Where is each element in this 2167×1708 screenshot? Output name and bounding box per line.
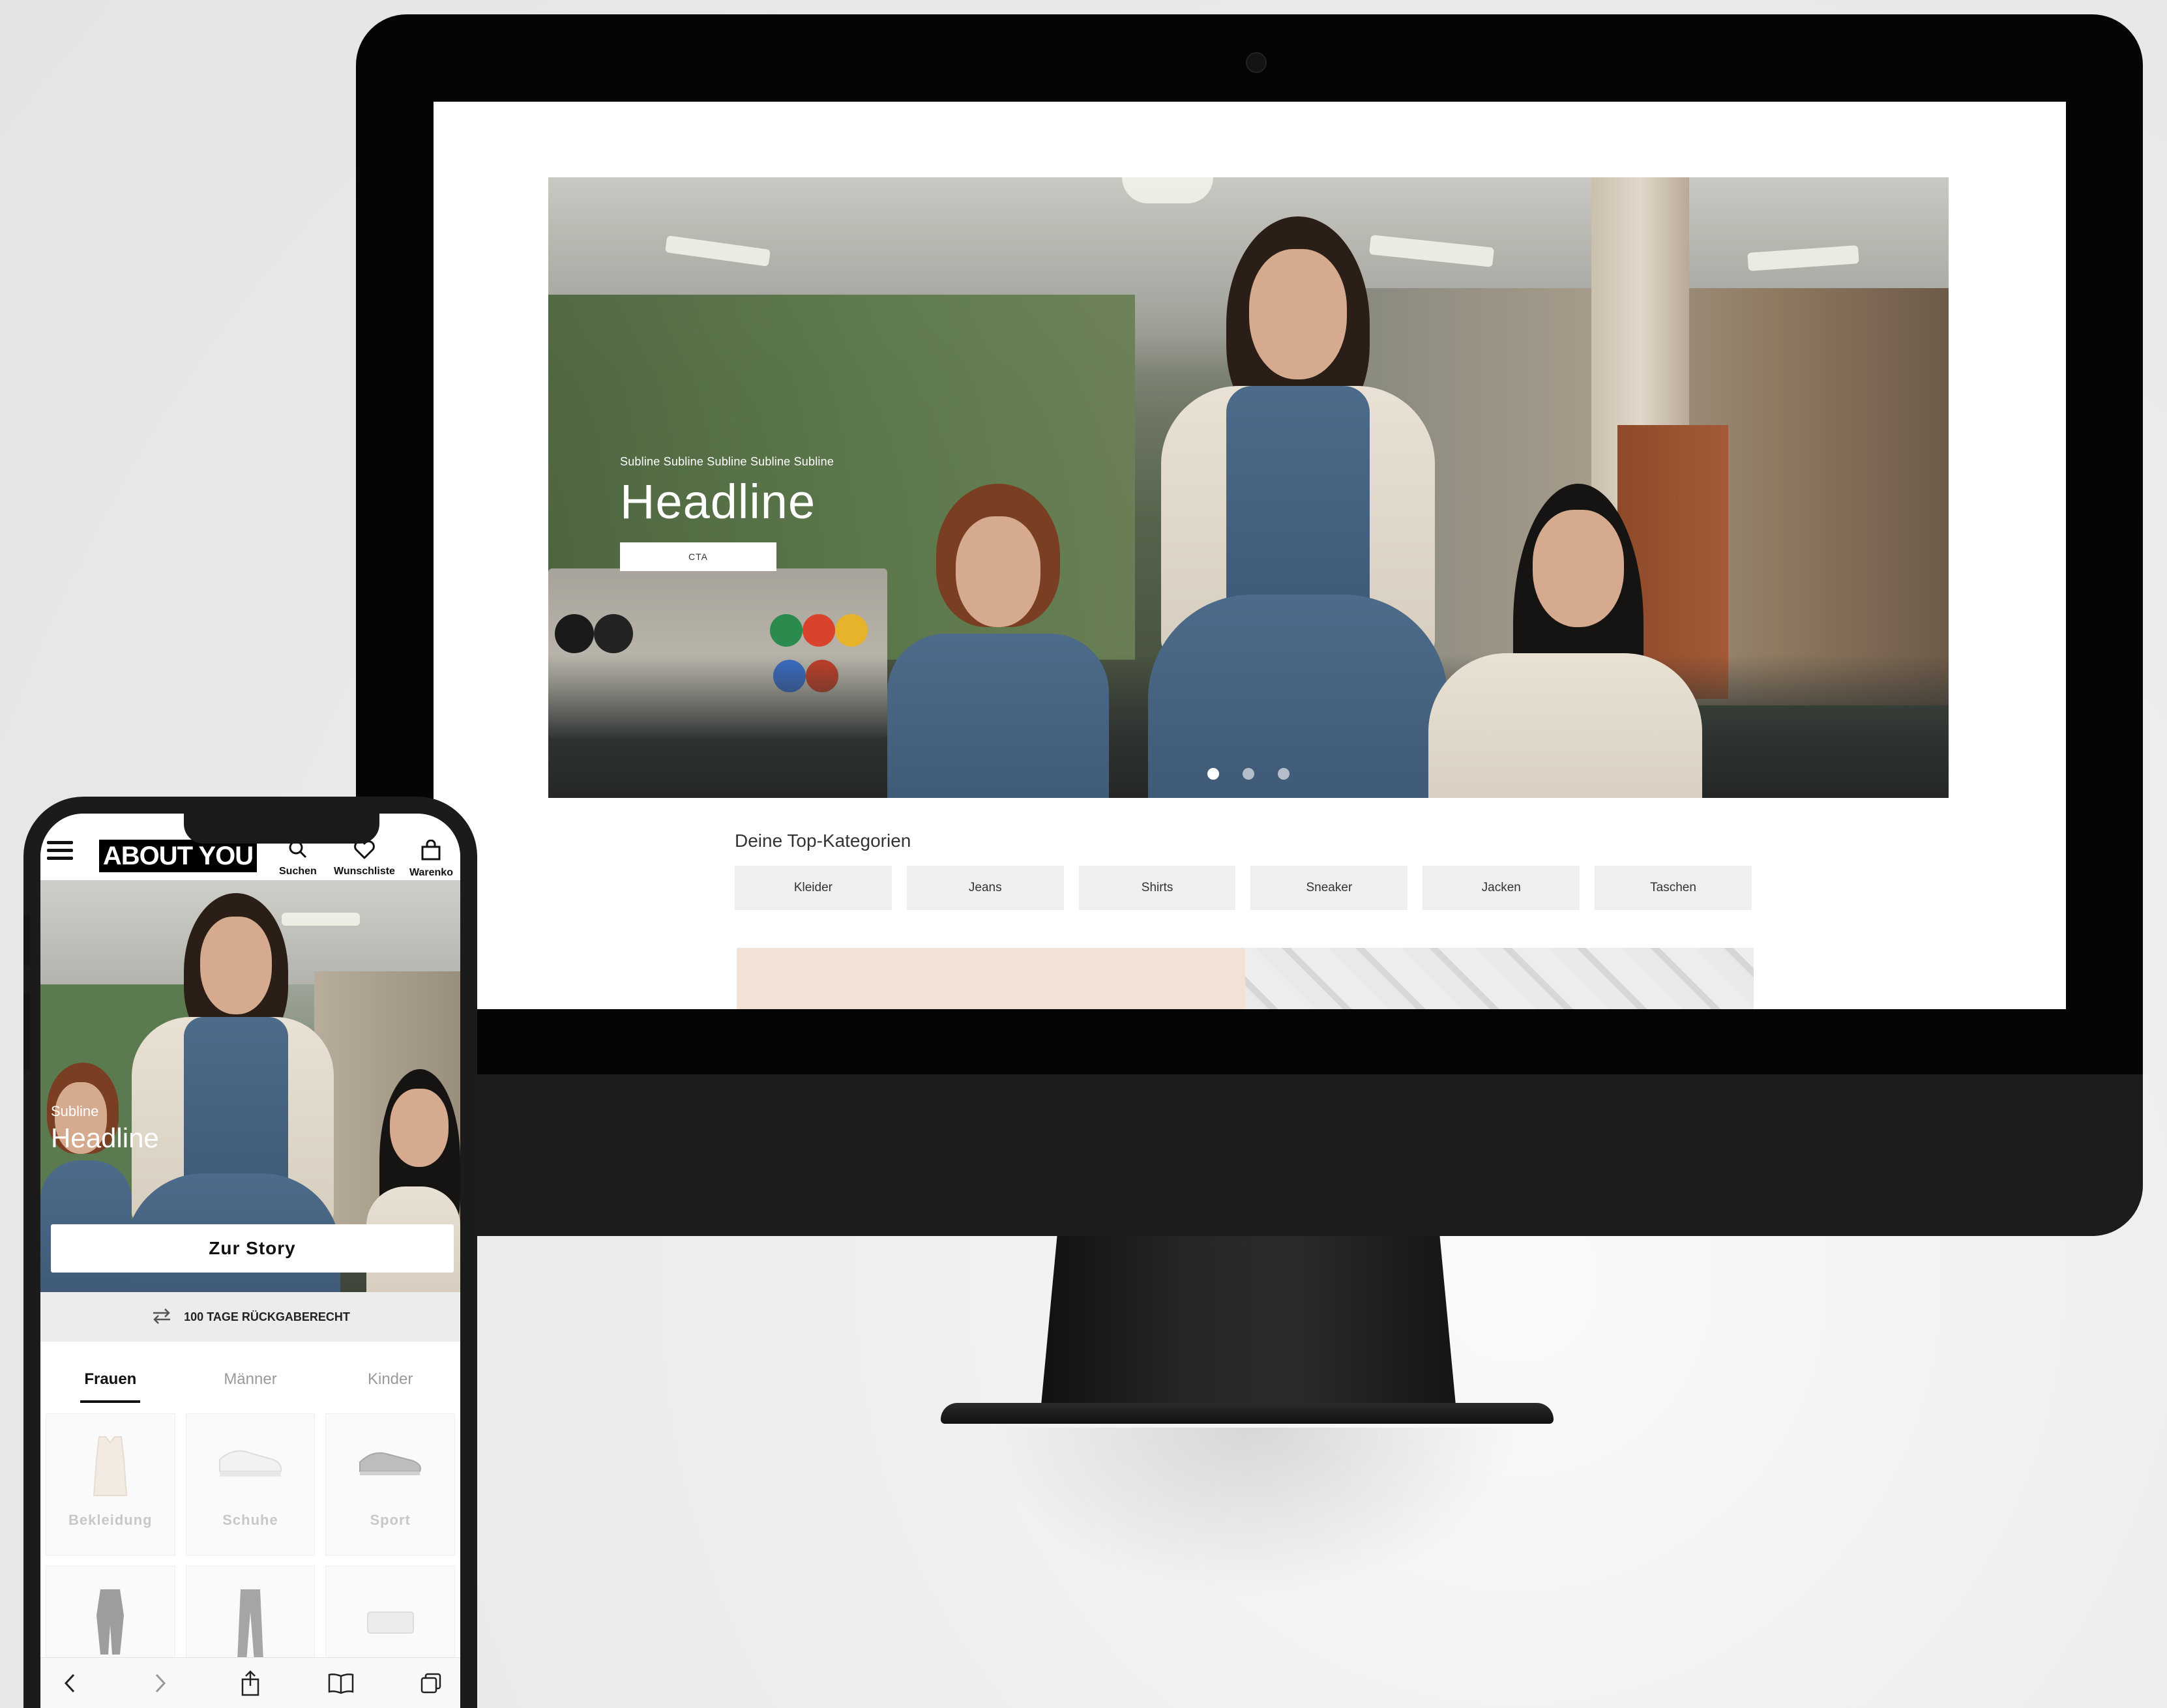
tab-kinder[interactable]: Kinder (320, 1342, 460, 1413)
book-icon (328, 1673, 353, 1694)
camera-icon (1246, 52, 1267, 73)
category-tile-label: Bekleidung (68, 1512, 153, 1528)
exchange-arrows-icon (153, 1308, 171, 1325)
desktop-hero-text: Subline Subline Subline Subline Subline … (620, 455, 834, 571)
gender-tabs: Frauen Männer Kinder (40, 1342, 460, 1413)
back-button[interactable] (53, 1667, 86, 1700)
mobile-hero-headline: Headline (51, 1123, 159, 1153)
returns-banner-text: 100 TAGE RÜCKGABERECHT (184, 1310, 350, 1323)
hero-image-model-right (1415, 484, 1715, 798)
category-chip-sneaker[interactable]: Sneaker (1250, 866, 1408, 910)
carousel-pagination (548, 768, 1949, 780)
bookmarks-button[interactable] (325, 1667, 357, 1700)
mobile-phone: ABOUT YOU Suchen Wunschliste Warenko Sub… (23, 797, 477, 1708)
tabs-button[interactable] (415, 1667, 447, 1700)
mobile-screen: ABOUT YOU Suchen Wunschliste Warenko Sub… (40, 814, 460, 1708)
category-tile-label: Schuhe (222, 1512, 278, 1528)
search-button[interactable]: Suchen (279, 840, 317, 877)
top-categories-chips: Kleider Jeans Shirts Sneaker Jacken Tasc… (735, 866, 1752, 910)
wishlist-label: Wunschliste (334, 866, 395, 877)
cart-label: Warenko (409, 867, 453, 878)
hero-image-model-left (874, 484, 1122, 798)
tabs-icon (420, 1673, 441, 1693)
teaser-image-right (1245, 948, 1754, 1009)
mobile-hero-subline: Subline (51, 1103, 99, 1119)
mobile-hero-text: Subline Headline (51, 1103, 159, 1154)
hamburger-menu-icon[interactable] (47, 841, 73, 863)
bowling-ball (803, 614, 835, 647)
monitor-chin (356, 1074, 2143, 1236)
category-tile-label: Sport (370, 1512, 411, 1528)
returns-banner: 100 TAGE RÜCKGABERECHT (40, 1292, 460, 1342)
hero-headline: Headline (620, 475, 816, 529)
category-chip-jeans[interactable]: Jeans (906, 866, 1064, 910)
trousers-icon (237, 1589, 263, 1661)
desktop-hero-banner[interactable]: Subline Subline Subline Subline Subline … (548, 177, 1949, 798)
wishlist-button[interactable]: Wunschliste (334, 840, 395, 877)
wallet-icon (366, 1612, 414, 1634)
category-chip-kleider[interactable]: Kleider (735, 866, 892, 910)
category-chip-shirts[interactable]: Shirts (1078, 866, 1236, 910)
carousel-dot-1[interactable] (1207, 768, 1219, 780)
running-shoe-icon (359, 1452, 421, 1475)
chevron-left-icon (64, 1673, 75, 1692)
phone-notch (184, 814, 379, 844)
monitor-reflection (984, 1428, 1519, 1597)
jumpsuit-icon (96, 1589, 125, 1655)
category-tile-schuhe[interactable]: Schuhe (185, 1413, 316, 1555)
search-label: Suchen (279, 866, 317, 877)
top-garment-icon (93, 1436, 128, 1496)
tab-maenner[interactable]: Männer (181, 1342, 321, 1413)
monitor-stand-neck (1040, 1236, 1456, 1412)
sneaker-icon (218, 1450, 282, 1477)
top-categories-section: Deine Top-Kategorien Kleider Jeans Shirt… (735, 831, 1752, 910)
share-icon (241, 1670, 259, 1696)
shopping-bag-icon (421, 839, 441, 861)
desktop-screen: Subline Subline Subline Subline Subline … (434, 102, 2066, 1009)
chevron-right-icon (155, 1673, 166, 1692)
desktop-monitor: Subline Subline Subline Subline Subline … (356, 14, 2143, 1236)
browser-toolbar (40, 1657, 460, 1708)
category-chip-taschen[interactable]: Taschen (1595, 866, 1752, 910)
bowling-ball (770, 614, 803, 647)
category-tile-bekleidung[interactable]: Bekleidung (46, 1413, 175, 1555)
about-you-logo[interactable]: ABOUT YOU (99, 840, 257, 872)
carousel-dot-2[interactable] (1243, 768, 1254, 780)
monitor-stand-foot (941, 1403, 1554, 1424)
teaser-image-left (737, 948, 1245, 1009)
category-tile-sport[interactable]: Sport (325, 1413, 455, 1555)
bowling-ball (555, 614, 594, 653)
phone-side-button (23, 992, 30, 1070)
phone-side-button (23, 914, 30, 966)
bowling-ball (835, 614, 868, 647)
forward-button[interactable] (144, 1667, 177, 1700)
bowling-ball (594, 614, 633, 653)
hero-image-model-center (1148, 216, 1448, 798)
hero-image-lamp (1122, 177, 1213, 203)
tab-frauen[interactable]: Frauen (40, 1342, 181, 1413)
teaser-banner[interactable] (737, 948, 1754, 1009)
category-chip-jacken[interactable]: Jacken (1423, 866, 1580, 910)
carousel-dot-3[interactable] (1278, 768, 1290, 780)
hero-subline: Subline Subline Subline Subline Subline (620, 455, 834, 468)
top-categories-title: Deine Top-Kategorien (735, 831, 911, 851)
mobile-hero-banner[interactable]: Subline Headline Zur Story (40, 880, 460, 1292)
cart-button[interactable]: Warenko (409, 839, 453, 879)
zur-story-button[interactable]: Zur Story (51, 1224, 454, 1273)
share-button[interactable] (234, 1667, 267, 1700)
hero-cta-button[interactable]: CTA (620, 542, 776, 571)
